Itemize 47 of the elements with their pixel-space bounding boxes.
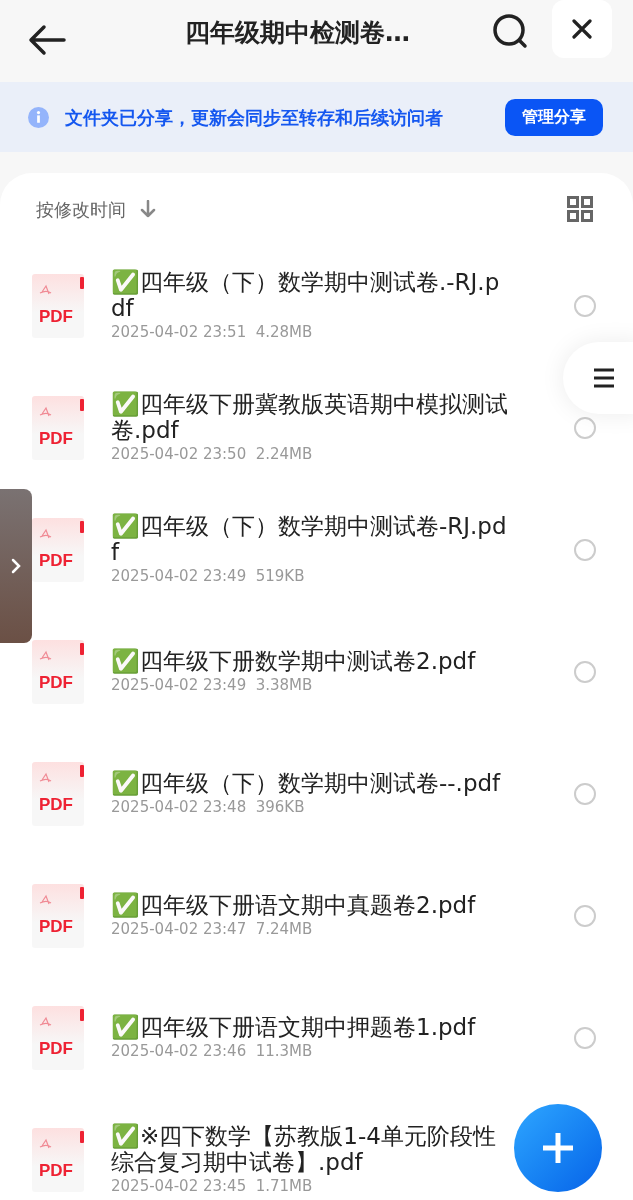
pdf-file-icon (32, 1128, 84, 1192)
file-meta: 2025-04-02 23:49 519KB (111, 566, 306, 587)
pdf-file-icon (32, 1006, 84, 1070)
pdf-file-icon (32, 518, 84, 582)
menu-icon (593, 368, 615, 388)
manage-share-button[interactable]: 管理分享 (505, 98, 603, 136)
file-name[interactable]: ✅※四下数学【苏教版1-4单元阶段性综合复习期中试卷】.pdf (111, 1123, 509, 1175)
file-name[interactable]: ✅四年级下册语文期中押题卷1.pdf (111, 1014, 509, 1040)
close-button[interactable] (552, 0, 612, 58)
file-name[interactable]: ✅四年级下册数学期中测试卷2.pdf (111, 648, 509, 674)
file-type-label: PDF (39, 1039, 73, 1059)
back-arrow-icon[interactable] (28, 24, 66, 56)
file-meta: 2025-04-02 23:45 1.71MB (111, 1176, 314, 1197)
file-name[interactable]: ✅四年级下册冀教版英语期中模拟测试卷.pdf (111, 391, 509, 443)
file-type-label: PDF (39, 917, 73, 937)
file-meta: 2025-04-02 23:50 2.24MB (111, 444, 314, 465)
file-name[interactable]: ✅四年级（下）数学期中测试卷.-RJ.pdf (111, 269, 509, 321)
file-name[interactable]: ✅四年级下册语文期中真题卷2.pdf (111, 892, 509, 918)
file-type-label: PDF (39, 307, 73, 327)
file-meta: 2025-04-02 23:48 396KB (111, 797, 306, 818)
file-type-label: PDF (39, 673, 73, 693)
file-name[interactable]: ✅四年级（下）数学期中测试卷--.pdf (111, 770, 509, 796)
file-type-label: PDF (39, 1161, 73, 1181)
file-meta: 2025-04-02 23:47 7.24MB (111, 919, 314, 940)
file-type-label: PDF (39, 795, 73, 815)
grid-view-icon[interactable] (567, 196, 593, 222)
pdf-file-icon (32, 396, 84, 460)
file-type-label: PDF (39, 551, 73, 571)
pdf-file-icon (32, 274, 84, 338)
file-type-label: PDF (39, 429, 73, 449)
plus-icon (541, 1131, 575, 1165)
file-meta: 2025-04-02 23:51 4.28MB (111, 322, 314, 343)
search-icon[interactable] (492, 14, 530, 50)
chevron-right-icon (11, 558, 21, 574)
page-title: 四年级期中检测卷… (185, 17, 410, 49)
sort-label[interactable]: 按修改时间 (36, 195, 126, 223)
side-tab[interactable] (0, 489, 32, 643)
pdf-file-icon (32, 884, 84, 948)
file-meta: 2025-04-02 23:49 3.38MB (111, 675, 314, 696)
down-arrow-icon[interactable] (140, 200, 156, 218)
share-notice: 文件夹已分享，更新会同步至转存和后续访问者 (65, 105, 443, 130)
info-icon (28, 106, 49, 128)
pdf-file-icon (32, 640, 84, 704)
file-name[interactable]: ✅四年级（下）数学期中测试卷-RJ.pdf (111, 513, 509, 565)
file-meta: 2025-04-02 23:46 11.3MB (111, 1041, 314, 1062)
close-icon (572, 19, 592, 39)
pdf-file-icon (32, 762, 84, 826)
